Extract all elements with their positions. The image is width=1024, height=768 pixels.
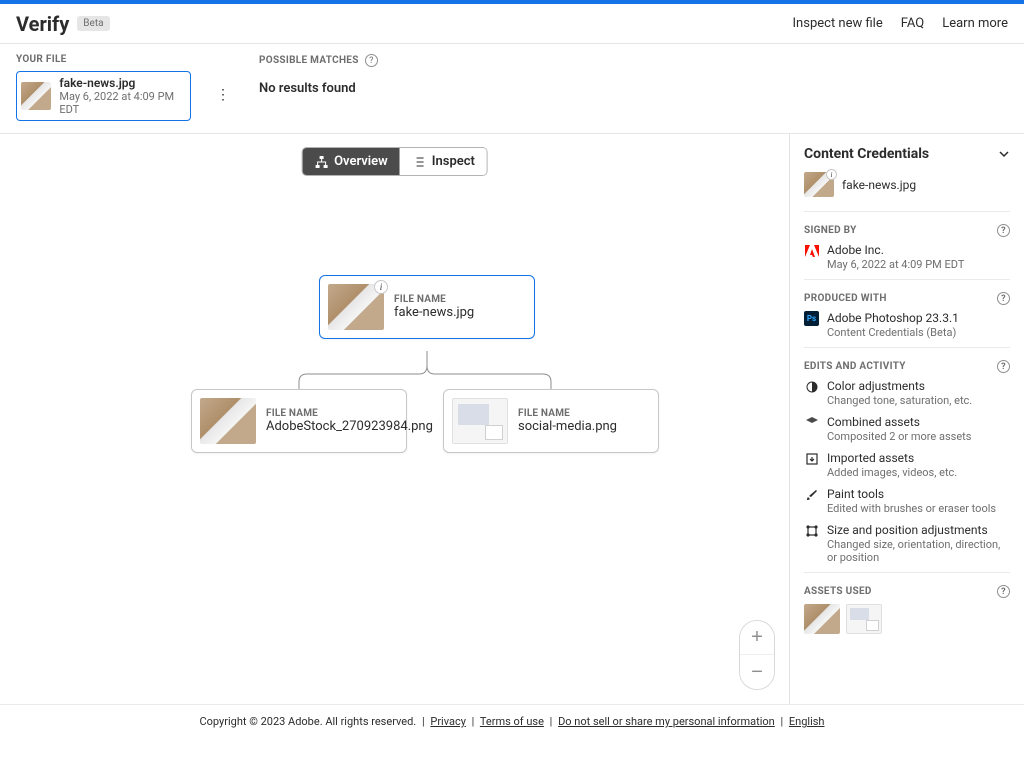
footer-terms-link[interactable]: Terms of use [480, 715, 544, 728]
node-label: FILE NAME [266, 408, 433, 419]
your-file-col: YOUR FILE fake-news.jpg May 6, 2022 at 4… [16, 54, 191, 121]
tree-icon [314, 155, 328, 169]
overview-tab[interactable]: Overview [302, 148, 400, 175]
node-label: FILE NAME [518, 408, 617, 419]
nav-faq[interactable]: FAQ [901, 16, 924, 31]
file-bar: YOUR FILE fake-news.jpg May 6, 2022 at 4… [0, 44, 1024, 134]
asset-thumb-1[interactable] [804, 604, 840, 634]
node-thumbnail [200, 398, 256, 444]
edit-color-adjustments: Color adjustmentsChanged tone, saturatio… [804, 379, 1010, 407]
brush-icon [804, 487, 819, 502]
header-nav: Inspect new file FAQ Learn more [793, 16, 1008, 31]
no-results-text: No results found [259, 81, 378, 96]
edit-paint-tools: Paint toolsEdited with brushes or eraser… [804, 487, 1010, 515]
copyright-text: Copyright © 2023 Adobe. All rights reser… [199, 715, 416, 728]
your-file-date: May 6, 2022 at 4:09 PM EDT [59, 90, 182, 116]
your-file-card[interactable]: fake-news.jpg May 6, 2022 at 4:09 PM EDT [16, 71, 191, 121]
import-icon [804, 451, 819, 466]
graph-canvas[interactable]: Overview Inspect i FILE NAME fake-news.j… [0, 134, 790, 704]
credentials-sidebar: Content Credentials i fake-news.jpg SIGN… [790, 134, 1024, 704]
info-icon[interactable]: ? [997, 360, 1010, 373]
signed-by-row: Adobe Inc. May 6, 2022 at 4:09 PM EDT [804, 243, 1010, 271]
view-mode-toggle: Overview Inspect [302, 148, 487, 175]
your-file-thumbnail [21, 82, 51, 110]
chevron-down-icon [998, 148, 1010, 160]
list-icon [412, 155, 426, 169]
file-actions-menu[interactable]: ⋮ [215, 87, 231, 103]
edits-activity-header: EDITS AND ACTIVITY ? [804, 360, 1010, 373]
footer: Copyright © 2023 Adobe. All rights reser… [0, 704, 1024, 768]
info-icon[interactable]: ? [997, 292, 1010, 305]
sidebar-header[interactable]: Content Credentials [804, 146, 1010, 162]
possible-matches-col: POSSIBLE MATCHES ? No results found [259, 54, 378, 96]
sidebar-filename: fake-news.jpg [842, 178, 916, 192]
top-header: Verify Beta Inspect new file FAQ Learn m… [0, 0, 1024, 44]
possible-matches-label: POSSIBLE MATCHES [259, 55, 359, 66]
nav-inspect-new-file[interactable]: Inspect new file [793, 16, 883, 31]
zoom-out-button[interactable]: − [740, 655, 774, 689]
info-icon[interactable]: ? [997, 585, 1010, 598]
node-thumbnail [452, 398, 508, 444]
your-file-name: fake-news.jpg [59, 76, 182, 90]
info-icon[interactable]: ? [365, 54, 378, 67]
edit-size-position: Size and position adjustmentsChanged siz… [804, 523, 1010, 564]
graph-node-asset-2[interactable]: FILE NAME social-media.png [443, 389, 659, 453]
app-title: Verify [16, 12, 69, 36]
edit-imported-assets: Imported assetsAdded images, videos, etc… [804, 451, 1010, 479]
brand: Verify Beta [16, 12, 110, 36]
node-filename: fake-news.jpg [394, 305, 474, 320]
assets-used-header: ASSETS USED ? [804, 585, 1010, 598]
layers-icon [804, 415, 819, 430]
footer-privacy-link[interactable]: Privacy [430, 715, 466, 728]
edit-combined-assets: Combined assetsComposited 2 or more asse… [804, 415, 1010, 443]
sidebar-file-row: i fake-news.jpg [804, 172, 1010, 197]
zoom-controls: + − [739, 620, 775, 690]
node-filename: social-media.png [518, 419, 617, 434]
asset-thumb-2[interactable] [846, 604, 882, 634]
nav-learn-more[interactable]: Learn more [942, 16, 1008, 31]
footer-dnsmpi-link[interactable]: Do not sell or share my personal informa… [558, 715, 775, 728]
graph-node-root[interactable]: i FILE NAME fake-news.jpg [319, 275, 535, 339]
produced-with-row: Ps Adobe Photoshop 23.3.1 Content Creden… [804, 311, 1010, 339]
signed-by-header: SIGNED BY ? [804, 224, 1010, 237]
inspect-tab[interactable]: Inspect [400, 148, 487, 175]
main-content: Overview Inspect i FILE NAME fake-news.j… [0, 134, 1024, 704]
adobe-logo-icon [804, 243, 819, 258]
credentials-badge-icon: i [374, 280, 388, 294]
info-icon[interactable]: ? [997, 224, 1010, 237]
sidebar-title: Content Credentials [804, 146, 929, 162]
node-thumbnail: i [328, 284, 384, 330]
footer-language-link[interactable]: English [789, 715, 825, 728]
sidebar-thumbnail: i [804, 172, 834, 197]
your-file-label: YOUR FILE [16, 54, 191, 65]
produced-with-header: PRODUCED WITH ? [804, 292, 1010, 305]
graph-node-asset-1[interactable]: FILE NAME AdobeStock_270923984.png [191, 389, 407, 453]
color-adjust-icon [804, 379, 819, 394]
assets-used-thumbs [804, 604, 1010, 634]
photoshop-icon: Ps [804, 311, 819, 326]
beta-badge: Beta [77, 16, 109, 31]
credentials-badge-icon: i [826, 169, 837, 180]
zoom-in-button[interactable]: + [740, 621, 774, 655]
transform-icon [804, 523, 819, 538]
node-filename: AdobeStock_270923984.png [266, 419, 433, 434]
node-label: FILE NAME [394, 294, 474, 305]
